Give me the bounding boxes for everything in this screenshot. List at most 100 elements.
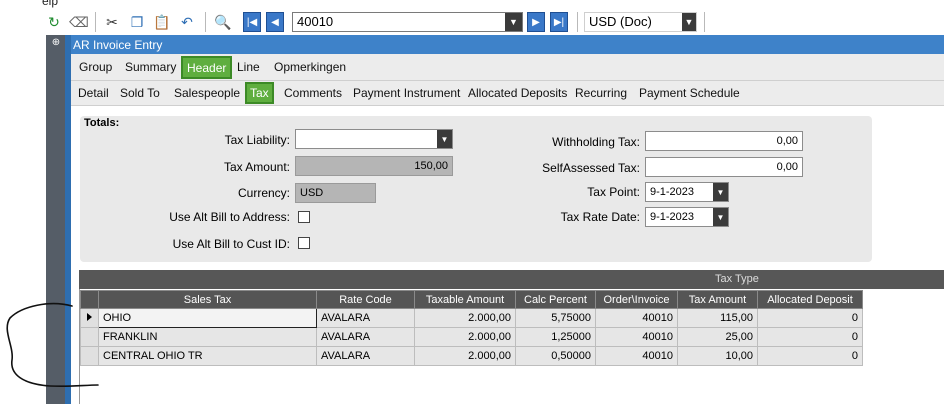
undo-icon[interactable]: ↶ (178, 13, 196, 31)
order-invoice-cell[interactable]: 40010 (595, 346, 678, 366)
tab-group[interactable]: Group (79, 54, 112, 80)
menu-fragment[interactable]: elp (42, 0, 58, 8)
first-record-button[interactable]: |◀ (243, 12, 261, 32)
calc-percent-cell[interactable]: 1,25000 (515, 327, 596, 347)
tab-recurring[interactable]: Recurring (575, 81, 627, 105)
sales-tax-cell[interactable]: FRANKLIN (98, 327, 317, 347)
tab-payment-instrument[interactable]: Payment Instrument (353, 81, 460, 105)
rate-code-cell[interactable]: AVALARA (316, 308, 415, 328)
primary-tab-bar: Group Summary Header Line Opmerkingen (71, 54, 944, 81)
tab-salespeople[interactable]: Salespeople (174, 81, 240, 105)
currency-field: USD (295, 183, 376, 203)
tab-detail[interactable]: Detail (78, 81, 109, 105)
refresh-icon[interactable]: ↻ (45, 13, 63, 31)
tab-opmerkingen[interactable]: Opmerkingen (274, 54, 346, 80)
table-row[interactable]: CENTRAL OHIO TR AVALARA 2.000,00 0,50000… (80, 346, 863, 366)
calc-percent-cell[interactable]: 0,50000 (515, 346, 596, 366)
col-tax-amount[interactable]: Tax Amount (677, 290, 758, 309)
binoculars-icon[interactable]: 🔍 (214, 13, 232, 31)
allocated-deposit-cell[interactable]: 0 (757, 327, 863, 347)
alt-bill-cust-checkbox[interactable] (298, 237, 310, 249)
currency-value: USD (Doc) (589, 14, 652, 29)
table-row[interactable]: OHIO AVALARA 2.000,00 5,75000 40010 115,… (80, 308, 863, 328)
tax-amount-cell[interactable]: 10,00 (677, 346, 758, 366)
col-order-invoice[interactable]: Order\Invoice (595, 290, 678, 309)
toolbar-separator (205, 12, 206, 32)
sales-tax-cell[interactable]: CENTRAL OHIO TR (98, 346, 317, 366)
alt-bill-address-checkbox[interactable] (298, 211, 310, 223)
tax-liability-select[interactable]: ▼ (295, 129, 453, 149)
withholding-tax-label: Withholding Tax: (552, 135, 640, 149)
pin-icon[interactable]: ⊕ (50, 37, 62, 49)
tax-rate-date[interactable]: 9-1-2023 ▼ (645, 207, 729, 227)
selfassessed-tax-field[interactable]: 0,00 (645, 157, 803, 177)
record-id-combo[interactable]: 40010 ▼ (292, 12, 523, 32)
order-invoice-cell[interactable]: 40010 (595, 308, 678, 328)
tab-line[interactable]: Line (237, 54, 260, 80)
chevron-down-icon[interactable]: ▼ (437, 130, 452, 148)
tax-amount-label: Tax Amount: (223, 160, 290, 174)
tab-sold-to[interactable]: Sold To (120, 81, 160, 105)
rate-code-cell[interactable]: AVALARA (316, 327, 415, 347)
chevron-down-icon[interactable]: ▼ (713, 183, 728, 201)
taxable-amount-cell[interactable]: 2.000,00 (414, 346, 516, 366)
previous-record-button[interactable]: ◀ (266, 12, 284, 32)
tab-tax[interactable]: Tax (245, 82, 274, 104)
paste-icon[interactable]: 📋 (153, 13, 171, 31)
next-record-button[interactable]: ▶ (527, 12, 545, 32)
previous-icon: ◀ (271, 16, 279, 28)
tax-amount-field: 150,00 (295, 156, 453, 176)
tax-point-label: Tax Point: (587, 185, 640, 199)
tax-amount-cell[interactable]: 115,00 (677, 308, 758, 328)
tax-point-date[interactable]: 9-1-2023 ▼ (645, 182, 729, 202)
tax-rate-date-label: Tax Rate Date: (560, 210, 640, 224)
chevron-down-icon[interactable]: ▼ (682, 13, 696, 31)
col-calc-percent[interactable]: Calc Percent (515, 290, 596, 309)
selfassessed-tax-label: SelfAssessed Tax: (542, 161, 640, 175)
tab-header[interactable]: Header (181, 56, 233, 79)
col-allocated-deposit[interactable]: Allocated Deposit (757, 290, 863, 309)
tab-summary[interactable]: Summary (125, 54, 176, 80)
record-id-value: 40010 (297, 14, 334, 29)
chevron-down-icon[interactable]: ▼ (713, 208, 728, 226)
tab-payment-schedule[interactable]: Payment Schedule (639, 81, 740, 105)
next-icon: ▶ (532, 16, 540, 28)
order-invoice-cell[interactable]: 40010 (595, 327, 678, 347)
withholding-tax-field[interactable]: 0,00 (645, 131, 803, 151)
chevron-down-icon[interactable]: ▼ (505, 13, 522, 31)
cut-icon[interactable]: ✂ (103, 13, 121, 31)
tab-allocated-deposits[interactable]: Allocated Deposits (468, 81, 567, 105)
toolbar-separator (95, 12, 96, 32)
currency-label: Currency: (237, 186, 290, 200)
table-row[interactable]: FRANKLIN AVALARA 2.000,00 1,25000 40010 … (80, 327, 863, 347)
first-record-icon: |◀ (246, 16, 258, 28)
toolbar: ↻ ⌫ ✂ ❐ 📋 ↶ 🔍 |◀ ◀ 40010 ▼ ▶ ▶| USD (Doc… (0, 9, 944, 35)
last-record-button[interactable]: ▶| (550, 12, 568, 32)
sales-tax-cell[interactable]: OHIO (98, 308, 317, 328)
toolbar-separator (577, 12, 578, 32)
window-titlebar: AR Invoice Entry (71, 35, 944, 54)
handdrawn-bracket-annotation (6, 302, 99, 388)
window-title: AR Invoice Entry (73, 38, 163, 52)
currency-combo[interactable]: USD (Doc) ▼ (584, 12, 697, 32)
allocated-deposit-cell[interactable]: 0 (757, 308, 863, 328)
allocated-deposit-cell[interactable]: 0 (757, 346, 863, 366)
col-taxable-amount[interactable]: Taxable Amount (414, 290, 516, 309)
calc-percent-cell[interactable]: 5,75000 (515, 308, 596, 328)
alt-bill-address-label: Use Alt Bill to Address: (169, 210, 290, 224)
alt-bill-cust-label: Use Alt Bill to Cust ID: (172, 237, 290, 251)
tax-amount-cell[interactable]: 25,00 (677, 327, 758, 347)
secondary-tab-bar: Detail Sold To Salespeople Tax Comments … (71, 81, 944, 106)
col-sales-tax[interactable]: Sales Tax (98, 290, 317, 309)
eraser-icon[interactable]: ⌫ (69, 13, 89, 31)
tax-grid: Sales Tax Rate Code Taxable Amount Calc … (80, 290, 863, 366)
grid-header-row: Sales Tax Rate Code Taxable Amount Calc … (80, 290, 863, 309)
tab-comments[interactable]: Comments (284, 81, 342, 105)
rate-code-cell[interactable]: AVALARA (316, 346, 415, 366)
taxable-amount-cell[interactable]: 2.000,00 (414, 308, 516, 328)
col-rate-code[interactable]: Rate Code (316, 290, 415, 309)
taxable-amount-cell[interactable]: 2.000,00 (414, 327, 516, 347)
copy-icon[interactable]: ❐ (128, 13, 146, 31)
tax-point-value: 9-1-2023 (650, 186, 695, 198)
grid-group-header: Tax Type (79, 270, 944, 289)
